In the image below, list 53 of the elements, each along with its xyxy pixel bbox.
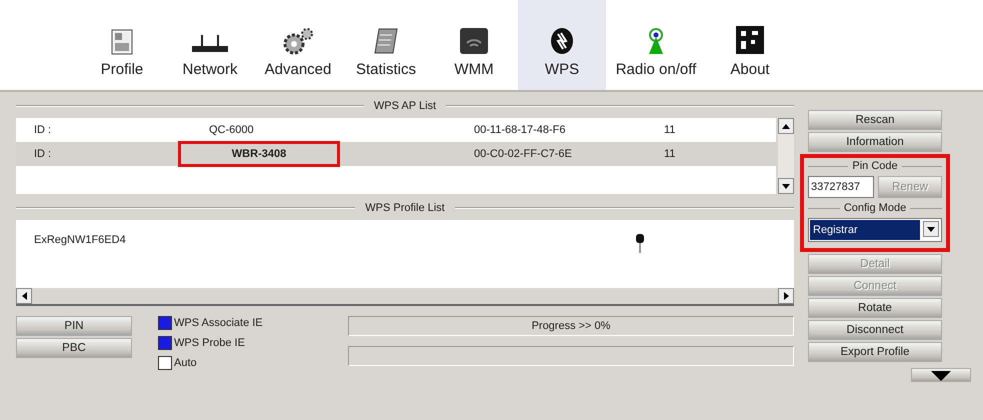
document-icon	[111, 29, 133, 55]
side-button[interactable]: Information	[808, 132, 942, 152]
toolbar-tab[interactable]: About	[706, 0, 794, 90]
dropdown-caret-icon[interactable]	[927, 226, 935, 232]
checkbox-label[interactable]: WPS Probe IE	[174, 337, 245, 349]
bssid-text: 00-C0-02-FF-C7-6E	[474, 148, 573, 160]
gears-icon	[281, 27, 315, 55]
group-title: Config Mode	[844, 202, 906, 214]
highlighted-ssid: WBR-3408	[179, 142, 339, 166]
checkbox[interactable]	[158, 336, 172, 350]
toolbar-tab[interactable]: Profile	[78, 0, 166, 90]
group-title: Pin Code	[852, 160, 898, 172]
checkbox[interactable]	[158, 316, 172, 330]
section-title: WPS Profile List	[364, 202, 446, 214]
bssid-text: 00-11-68-17-48-F6	[474, 124, 567, 136]
side-button[interactable]: Disconnect	[808, 320, 942, 340]
side-button[interactable]: Rotate	[808, 298, 942, 318]
checkbox-label[interactable]: Auto	[174, 357, 197, 369]
id-label: ID :	[34, 124, 52, 136]
toolbar-tab[interactable]: Network	[166, 0, 254, 90]
ap-row[interactable]: ID : QC-6000 00-11-68-17-48-F6 11	[16, 118, 776, 142]
scroll-up-icon[interactable]	[778, 118, 794, 134]
progress-text: Progress >> 0%	[532, 320, 610, 332]
caret-icon	[931, 371, 951, 381]
side-button[interactable]: Export Profile	[808, 342, 942, 362]
qos-icon	[459, 27, 489, 55]
ap-row[interactable]: ID : WBR-3408 00-C0-02-FF-C7-6E 11	[16, 142, 776, 166]
toolbar-tab[interactable]: Advanced	[254, 0, 342, 90]
channel-text: 11	[664, 124, 676, 136]
profile-name[interactable]: ExRegNW1F6ED4	[34, 234, 126, 246]
wps-mode-button[interactable]: PBC	[16, 338, 132, 358]
toolbar-tab[interactable]: Radio on/off	[606, 0, 706, 90]
logo-icon	[735, 25, 765, 55]
wps-mode-button[interactable]: PIN	[16, 316, 132, 336]
ssid-text: QC-6000	[209, 124, 255, 136]
toolbar-tab[interactable]: WMM	[430, 0, 518, 90]
router-icon	[190, 33, 230, 55]
section-title: WPS AP List	[372, 100, 438, 112]
expand-button[interactable]	[911, 368, 971, 382]
checkbox-label[interactable]: WPS Associate IE	[174, 317, 263, 329]
checkbox[interactable]	[158, 356, 172, 370]
id-label: ID :	[34, 148, 52, 160]
toolbar-tab[interactable]: Statistics	[342, 0, 430, 90]
wps-logo-icon	[550, 27, 574, 55]
key-icon	[636, 234, 644, 254]
toolbar-tab[interactable]: WPS	[518, 0, 606, 90]
scroll-right-icon[interactable]	[778, 288, 794, 304]
scroll-left-icon[interactable]	[16, 288, 32, 304]
config-mode-dropdown[interactable]: Registrar	[808, 218, 942, 242]
channel-text: 11	[664, 148, 676, 160]
pin-code-field[interactable]: 33727837	[808, 176, 874, 198]
side-button[interactable]: Rescan	[808, 110, 942, 130]
scroll-down-icon[interactable]	[778, 178, 794, 194]
